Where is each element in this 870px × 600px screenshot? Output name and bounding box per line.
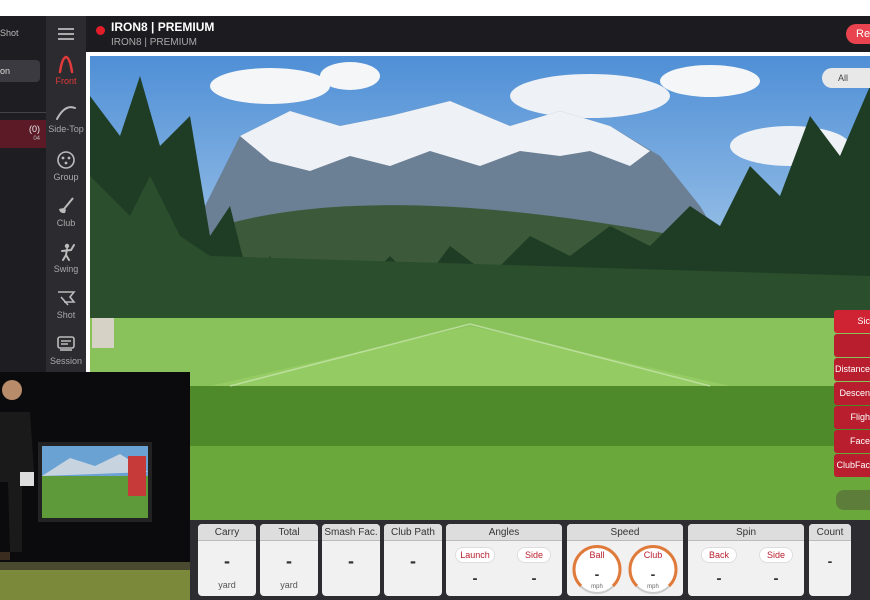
- shot-count: (0): [29, 124, 40, 134]
- gauge-label: Club: [643, 550, 663, 560]
- metric-value: -: [286, 551, 292, 571]
- shot-list-panel: Shot on (0) 04: [0, 16, 46, 372]
- gauge-value: -: [650, 566, 656, 582]
- shot-list-header: Shot: [0, 28, 19, 38]
- session-icon: [57, 336, 75, 351]
- nav-item-group[interactable]: Group: [46, 150, 86, 194]
- shot-list-item[interactable]: (0) 04: [0, 120, 46, 148]
- club-subtitle: IRON8 | PREMIUM: [111, 37, 197, 48]
- metric-smash-factor[interactable]: Smash Fac. -: [322, 524, 380, 596]
- nav-label: Club: [56, 218, 76, 228]
- metric-title: Club Path: [384, 524, 442, 541]
- club-speed-gauge: Club - mph: [627, 544, 679, 596]
- back-spin-label: Back: [702, 548, 736, 562]
- side-spin-label: Side: [760, 548, 792, 562]
- nav-label: Swing: [53, 264, 79, 274]
- divider: [0, 112, 46, 113]
- metric-value: -: [410, 551, 416, 571]
- status-dot: [96, 26, 105, 35]
- gauge-unit: mph: [591, 584, 603, 590]
- nav-item-shot[interactable]: Shot: [46, 288, 86, 332]
- group-icon: [57, 151, 75, 169]
- view-nav: Front Side-Top Group Club Swing Shot Ses…: [46, 16, 86, 372]
- club-title: IRON8 | PREMIUM: [111, 20, 215, 34]
- stat-row[interactable]: Descen: [834, 382, 870, 405]
- swing-icon: [61, 243, 75, 261]
- metric-title: Speed: [567, 524, 683, 541]
- session-select[interactable]: on: [0, 60, 40, 82]
- metric-title: Smash Fac.: [322, 524, 380, 541]
- shot-icon: [58, 291, 76, 306]
- metric-value: -: [224, 551, 230, 571]
- metrics-bar: Carry - yard Total - yard Smash Fac. - C…: [190, 520, 870, 600]
- metric-spin[interactable]: Spin Back - Side -: [688, 524, 804, 596]
- webcam-image: [0, 372, 190, 600]
- metric-title: Angles: [446, 524, 562, 541]
- metric-unit: yard: [218, 580, 236, 590]
- filter-all-button[interactable]: All: [822, 68, 870, 88]
- metric-title: Count: [809, 524, 851, 541]
- menu-icon[interactable]: [58, 28, 74, 40]
- stat-row[interactable]: Face: [834, 430, 870, 453]
- launch-value: -: [472, 570, 478, 587]
- metric-carry[interactable]: Carry - yard: [198, 524, 256, 596]
- stat-row[interactable]: Sic: [834, 310, 870, 333]
- range-scene: All: [90, 56, 870, 520]
- trajectory-side-icon: [56, 106, 76, 120]
- stat-row[interactable]: ClubFac: [834, 454, 870, 477]
- nav-label: Side-Top: [48, 124, 84, 134]
- nav-label: Front: [55, 76, 77, 86]
- back-spin-value: -: [716, 570, 722, 587]
- nav-label: Session: [49, 356, 83, 366]
- metric-count[interactable]: Count -: [809, 524, 851, 596]
- range-scene-image: [90, 56, 870, 520]
- metric-value: -: [827, 553, 833, 569]
- metric-title: Total: [260, 524, 318, 541]
- webcam-video: [0, 372, 190, 600]
- gauge-label: Ball: [589, 550, 605, 560]
- nav-label: Group: [53, 172, 79, 182]
- stat-row[interactable]: Distance: [834, 358, 870, 381]
- stat-row[interactable]: [834, 334, 870, 357]
- nav-item-front[interactable]: Front: [46, 54, 86, 98]
- side-spin-value: -: [773, 570, 779, 587]
- top-header: IRON8 | PREMIUM IRON8 | PREMIUM Re: [86, 16, 870, 52]
- trajectory-front-icon: [58, 55, 74, 74]
- nav-item-side-top[interactable]: Side-Top: [46, 102, 86, 146]
- metric-speed[interactable]: Speed Ball - mph Club - mph: [567, 524, 683, 596]
- nav-label: Shot: [56, 310, 76, 320]
- side-label: Side: [518, 548, 550, 562]
- gauge-unit: mph: [647, 584, 659, 590]
- metric-title: Spin: [688, 524, 804, 541]
- reset-button[interactable]: Re: [846, 24, 870, 44]
- metric-total[interactable]: Total - yard: [260, 524, 318, 596]
- nav-item-swing[interactable]: Swing: [46, 242, 86, 286]
- metric-angles[interactable]: Angles Launch - Side -: [446, 524, 562, 596]
- ball-speed-gauge: Ball - mph: [571, 544, 623, 596]
- metric-title: Carry: [198, 524, 256, 541]
- side-value: -: [531, 570, 537, 587]
- launch-label: Launch: [456, 548, 494, 562]
- club-icon: [59, 197, 74, 214]
- right-stats-panel: Sic Distance Descen Fligh Face ClubFac: [834, 310, 870, 478]
- metric-value: -: [348, 551, 354, 571]
- shot-sub: 04: [33, 136, 40, 142]
- metric-club-path[interactable]: Club Path -: [384, 524, 442, 596]
- metric-unit: yard: [280, 580, 298, 590]
- nav-item-club[interactable]: Club: [46, 196, 86, 240]
- gauge-value: -: [594, 566, 600, 582]
- confirm-pill[interactable]: [836, 490, 870, 510]
- stat-row[interactable]: Fligh: [834, 406, 870, 429]
